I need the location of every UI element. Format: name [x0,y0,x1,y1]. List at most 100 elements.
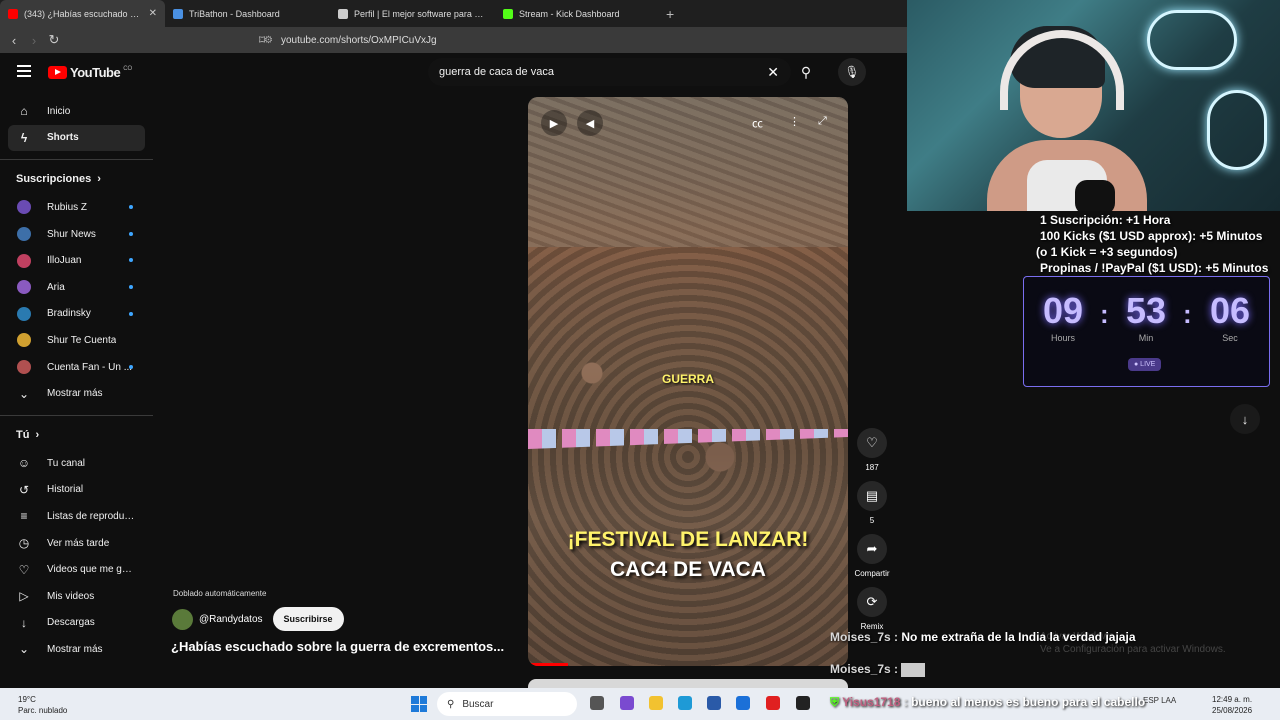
sidebar-item-subscription[interactable]: Aria [0,274,153,301]
history-icon: ↺ [18,482,30,497]
reload-icon[interactable]: ↻ [44,32,64,48]
weather-widget[interactable]: 19°C Parc. nublado [18,694,67,716]
chat-separator: : [903,695,912,709]
youtube-logo[interactable]: YouTube CO [48,65,132,80]
watch-later-icon: ◷ [18,536,30,551]
you-heading[interactable]: Tú › [0,420,153,450]
bookmark-icon[interactable]: ⌑ [259,33,265,47]
comment-action[interactable]: ▤ 5 [856,481,888,525]
sidebar-item-label: Tu canal [47,457,85,469]
windows-start-icon[interactable] [411,696,427,712]
keyboard-layout: LAA [1161,696,1177,705]
close-tab-icon[interactable]: ✕ [149,8,157,19]
back-icon[interactable]: ‹ [4,33,24,48]
video-title[interactable]: ¿Habías escuchado sobre la guerra de exc… [171,639,504,654]
search-icon: ⚲ [800,63,812,80]
browser-tab-kick[interactable]: Stream - Kick Dashboard [495,0,660,27]
tab-title: (343) ¿Habías escuchado sobre la [24,8,143,19]
channel-avatar[interactable] [172,608,193,630]
sidebar-item-shorts[interactable]: ϟ Shorts [8,124,145,152]
watermark-line: Ve a Configuración para activar Windows. [1040,644,1226,655]
edge-icon[interactable] [678,696,692,710]
search-button[interactable]: ⚲ [792,58,820,86]
more-options-icon[interactable]: ⋮ [789,115,800,128]
sidebar-item-subscription[interactable]: Bradinsky [0,301,153,328]
browser-tab-youtube[interactable]: (343) ¿Habías escuchado sobre la ✕ [0,0,165,27]
video-caption-big: ¡FESTIVAL DE LANZAR! CAC4 DE VACA [528,525,848,585]
task-view-icon[interactable] [590,696,604,710]
taskbar-search[interactable]: ⚲ Buscar [437,692,577,716]
play-button[interactable]: ▶ [541,110,567,136]
sidebar-item-watch-later[interactable]: ◷ Ver más tarde [0,530,153,557]
sidebar-item-subscription[interactable]: Shur News [0,221,153,248]
app-icon[interactable] [620,696,634,710]
sidebar-item-my-videos[interactable]: ▷ Mis videos [0,583,153,610]
sidebar-item-show-more[interactable]: ⌄ Mostrar más [0,380,153,407]
tab-title: Perfil | El mejor software para potenc [354,8,487,19]
url-field[interactable]: ⚙ youtube.com/shorts/OxMPICuVxJg [264,35,437,46]
chevron-down-icon: ⌄ [18,642,30,657]
channel-handle[interactable]: @Randydatos [199,614,263,625]
sidebar-item-downloads[interactable]: ↓ Descargas [0,610,153,637]
share-icon: ➦ [857,534,887,564]
clock-date: 25/08/2026 [1212,706,1253,715]
divider [0,414,153,416]
comment-icon: ▤ [857,481,887,511]
share-label: Compartir [854,569,890,578]
browser-tab-tribathon[interactable]: TriBathon - Dashboard [165,0,330,27]
remix-action[interactable]: ⟳ Remix [856,587,888,631]
obs-icon[interactable] [796,696,810,710]
captions-icon[interactable]: ㏄ [752,115,763,131]
video-progress-bar[interactable] [528,663,568,666]
tab-title: TriBathon - Dashboard [189,8,280,19]
system-tray[interactable]: ESP LAA [1143,696,1176,705]
rule-line: (o 1 Kick = +3 segundos) [1036,245,1178,259]
sidebar-item-liked-videos[interactable]: ♡ Videos que me gus... [0,556,153,583]
seconds-label: Sec [1222,333,1238,343]
channel-avatar [17,200,31,215]
store-icon[interactable] [707,696,721,710]
menu-icon[interactable] [17,65,31,77]
site-info-icon[interactable]: ⚙ [264,35,273,46]
channel-avatar [17,280,31,295]
like-count: 187 [865,463,879,472]
sidebar-item-subscription[interactable]: IlloJuan [0,247,153,274]
search-input[interactable]: guerra de caca de vaca ✕ [428,58,791,86]
mute-button[interactable]: ◀ [577,110,603,136]
file-explorer-icon[interactable] [649,696,663,710]
search-value: guerra de caca de vaca [439,66,554,78]
forward-icon[interactable]: › [24,33,44,48]
sidebar-item-show-more[interactable]: ⌄ Mostrar más [0,636,153,663]
address-bar: ‹ › ↻ ⌑ ⚙ youtube.com/shorts/OxMPICuVxJg [0,27,907,53]
channel-avatar [17,227,31,242]
timer-separator: : [1183,299,1192,329]
shorts-video-player[interactable]: ▶ ◀ ㏄ ⋮ ⤢ GUERRA ¡FESTIVAL DE LANZAR! CA… [528,97,848,666]
sidebar-item-subscription[interactable]: Shur Te Cuenta [0,327,153,354]
new-content-dot [129,311,133,316]
sidebar-item-label: Aria [47,281,65,293]
sidebar-item-historial[interactable]: ↺ Historial [0,477,153,504]
subscribe-button[interactable]: Suscribirse [272,607,344,631]
mail-icon[interactable] [736,696,750,710]
sidebar-item-label: Mostrar más [47,643,103,655]
youtube-favicon-icon [8,8,18,19]
chevron-right-icon: › [35,428,40,441]
sidebar-item-inicio[interactable]: ⌂ Inicio [0,98,153,125]
voice-search-button[interactable]: 🎙 [838,58,866,86]
opera-icon[interactable] [766,696,780,710]
sidebar-item-subscription[interactable]: Cuenta Fan - Un ... [0,354,153,381]
clear-search-icon[interactable]: ✕ [767,64,779,81]
sidebar-item-playlists[interactable]: ≡ Listas de reproducc... [0,503,153,530]
sidebar-item-subscription[interactable]: Rubius Z [0,194,153,221]
next-video-button[interactable]: ↓ [1230,404,1260,434]
browser-tab-perfil[interactable]: Perfil | El mejor software para potenc [330,0,495,27]
new-content-dot [129,205,133,210]
sidebar-item-tu-canal[interactable]: ☺ Tu canal [0,450,153,477]
taskbar-clock[interactable]: 12:49 a. m. 25/08/2026 [1212,694,1252,716]
share-action[interactable]: ➦ Compartir [854,534,890,578]
channel-avatar [17,306,31,321]
fullscreen-icon[interactable]: ⤢ [818,115,827,128]
like-action[interactable]: ♡ 187 [856,428,888,472]
new-tab-icon[interactable]: + [666,6,674,22]
subscriptions-heading[interactable]: Suscripciones › [0,164,153,194]
